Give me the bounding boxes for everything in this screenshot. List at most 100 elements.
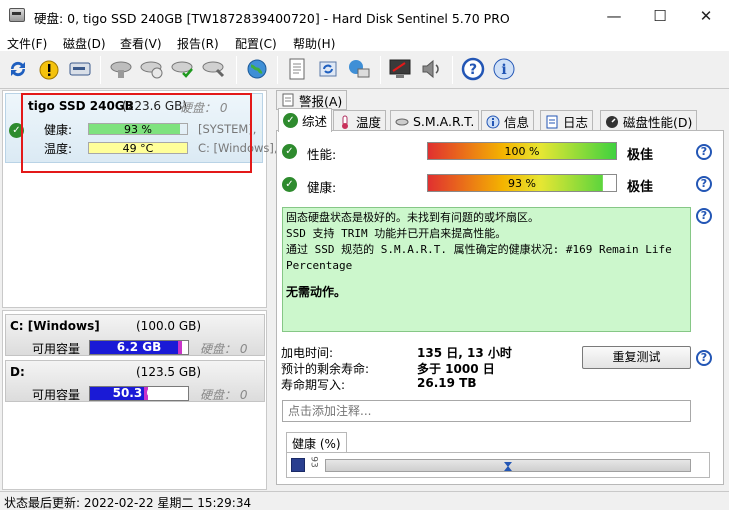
- summary-check-icon: ✓: [283, 113, 298, 128]
- partition-name: C: [Windows]: [10, 319, 100, 333]
- partition-c-card[interactable]: C: [Windows] (100.0 GB) 可用容量 6.2 GB 硬盘： …: [5, 314, 265, 356]
- no-action-text: 无需动作。: [286, 285, 347, 299]
- warning-icon[interactable]: [35, 55, 63, 83]
- health-graph: 93: [286, 452, 710, 478]
- health-value: 93 %: [508, 177, 536, 190]
- free-space-value: 50.3 GB: [112, 386, 166, 400]
- retest-button[interactable]: 重复测试: [582, 346, 691, 369]
- menu-report[interactable]: 报告(R): [177, 33, 219, 52]
- sync-icon[interactable]: [314, 55, 342, 83]
- disk-icon[interactable]: [66, 55, 94, 83]
- minimize-button[interactable]: —: [591, 0, 637, 31]
- disk-ok-icon[interactable]: [169, 55, 197, 83]
- partition-name: D:: [10, 365, 25, 379]
- performance-verdict: 极佳: [627, 148, 654, 163]
- alert-doc-icon: [282, 93, 294, 107]
- performance-help-icon[interactable]: ?: [696, 144, 712, 160]
- log-icon: [546, 115, 558, 128]
- maximize-button[interactable]: ☐: [637, 0, 683, 31]
- partition-d-card[interactable]: D: (123.5 GB) 可用容量 50.3 GB 硬盘： 0: [5, 360, 265, 402]
- tab-summary[interactable]: ✓ 综述: [278, 108, 333, 132]
- speaker-icon[interactable]: [417, 55, 445, 83]
- message-line: Percentage: [286, 259, 353, 272]
- info-tab-icon: [486, 115, 500, 128]
- health-help-icon[interactable]: ?: [696, 176, 712, 192]
- disk-check-icon[interactable]: [138, 55, 166, 83]
- free-space-value: 6.2 GB: [116, 340, 162, 354]
- message-help-icon[interactable]: ?: [696, 208, 712, 224]
- status-bar: 状态最后更新: 2022-02-22 星期二 15:29:34: [0, 491, 729, 510]
- refresh-icon[interactable]: [4, 55, 32, 83]
- remaining-life-label: 预计的剩余寿命:: [281, 362, 370, 376]
- tab-info-label: 信息: [504, 115, 530, 130]
- graph-marker-icon: [504, 462, 512, 471]
- app-disk-icon: [9, 8, 25, 22]
- tab-disk-performance[interactable]: 磁盘性能(D): [600, 110, 698, 132]
- save-icon[interactable]: [291, 458, 305, 472]
- tab-temperature-label: 温度: [356, 115, 382, 130]
- partition-panel: C: [Windows] (100.0 GB) 可用容量 6.2 GB 硬盘： …: [2, 310, 267, 490]
- health-ok-icon: ✓: [282, 177, 297, 192]
- help-icon[interactable]: ?: [459, 55, 487, 83]
- partition-disk: 硬盘： 0: [200, 342, 248, 356]
- tab-log[interactable]: 日志: [540, 110, 594, 132]
- disk-gray-icon[interactable]: [107, 55, 135, 83]
- performance-value: 100 %: [504, 145, 540, 158]
- info-icon[interactable]: i: [490, 55, 518, 83]
- graph-track: [325, 459, 691, 472]
- disk-tool-icon[interactable]: [200, 55, 228, 83]
- free-space-label: 可用容量: [32, 342, 81, 356]
- tab-health-graph[interactable]: 健康 (%): [286, 432, 347, 452]
- title-bar: 硬盘: 0, tigo SSD 240GB [TW1872839400720] …: [0, 0, 729, 31]
- power-on-label: 加电时间:: [281, 346, 334, 360]
- tab-alert-label: 警报(A): [299, 93, 343, 109]
- network-icon[interactable]: [345, 55, 373, 83]
- menu-view[interactable]: 查看(V): [120, 33, 162, 52]
- globe-icon[interactable]: [243, 55, 271, 83]
- tab-info[interactable]: 信息: [481, 110, 535, 132]
- smart-disk-icon: [395, 118, 409, 125]
- report-icon[interactable]: [283, 55, 311, 83]
- alert-monitor-icon[interactable]: [386, 55, 414, 83]
- menu-file[interactable]: 文件(F): [7, 33, 47, 52]
- red-highlight-box: [21, 93, 252, 173]
- performance-bar: 100 %: [427, 142, 617, 160]
- health-bar: 93 %: [427, 174, 617, 192]
- health-label: 健康:: [307, 180, 337, 195]
- partition-size: (123.5 GB): [136, 365, 202, 379]
- tab-summary-label: 综述: [302, 114, 328, 129]
- tab-smart[interactable]: S.M.A.R.T.: [390, 110, 480, 132]
- free-space-bar: 50.3 GB: [89, 386, 189, 401]
- lifetime-writes-label: 寿命期写入:: [281, 378, 346, 392]
- remaining-life-value: 多于 1000 日: [417, 362, 495, 376]
- thermometer-icon: [342, 115, 348, 129]
- lifetime-writes-value: 26.19 TB: [417, 376, 477, 390]
- close-button[interactable]: ✕: [683, 0, 729, 31]
- summary-content: ✓ 性能: 100 % 极佳 ? ✓ 健康: 93 % 极佳 ? 固态硬盘状态是…: [276, 130, 724, 485]
- menu-config[interactable]: 配置(C): [235, 33, 277, 52]
- comment-input[interactable]: [282, 400, 691, 422]
- menu-help[interactable]: 帮助(H): [293, 33, 335, 52]
- performance-label: 性能:: [307, 147, 337, 162]
- tab-alert[interactable]: 警报(A): [276, 90, 348, 110]
- tab-disk-performance-label: 磁盘性能(D): [623, 115, 693, 130]
- graph-axis-label: 93: [308, 456, 319, 468]
- status-last-update: 状态最后更新: 2022-02-22 星期二 15:29:34: [4, 496, 252, 510]
- menu-bar: 文件(F) 磁盘(D) 查看(V) 报告(R) 配置(C) 帮助(H): [0, 31, 729, 51]
- free-space-bar: 6.2 GB: [89, 340, 189, 355]
- menu-disk[interactable]: 磁盘(D): [63, 33, 106, 52]
- message-line: 通过 SSD 规范的 S.M.A.R.T. 属性确定的健康状况: #169 Re…: [286, 243, 672, 256]
- status-message-box: 固态硬盘状态是极好的。未找到有问题的或坏扇区。 SSD 支持 TRIM 功能并已…: [282, 207, 691, 332]
- svg-text:?: ?: [469, 62, 477, 78]
- free-space-label: 可用容量: [32, 388, 81, 402]
- health-verdict: 极佳: [627, 180, 654, 195]
- tab-temperature[interactable]: 温度: [333, 110, 387, 132]
- partition-disk: 硬盘： 0: [200, 388, 248, 402]
- tab-smart-label: S.M.A.R.T.: [413, 114, 475, 129]
- power-on-value: 135 日, 13 小时: [417, 346, 512, 360]
- message-line: 固态硬盘状态是极好的。未找到有问题的或坏扇区。: [286, 211, 539, 224]
- window-title: 硬盘: 0, tigo SSD 240GB [TW1872839400720] …: [34, 11, 510, 26]
- toolbar: ? i: [0, 51, 729, 89]
- retest-help-icon[interactable]: ?: [696, 350, 712, 366]
- performance-ok-icon: ✓: [282, 144, 297, 159]
